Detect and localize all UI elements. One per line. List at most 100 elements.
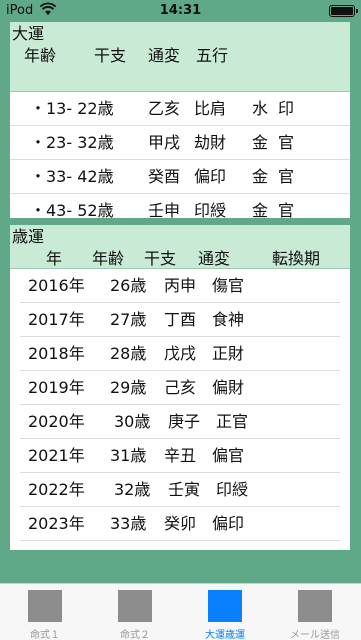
column-header-age: 年齢 xyxy=(92,249,125,268)
daiun-row[interactable]: ・ 43- 52歳 壬申 印綬 金官 xyxy=(10,194,350,218)
row-age: 27歳 xyxy=(110,310,147,329)
saiun-row[interactable]: 2022年 32歳 壬寅 印綬 xyxy=(20,473,340,507)
row-year: 2016年 xyxy=(28,276,85,295)
saiun-row[interactable]: 2017年 27歳 丁酉 食神 xyxy=(20,303,340,337)
tab-meishiki-1[interactable]: 命式１ xyxy=(0,584,90,640)
daiun-panel: 大運 年齢 干支 通変 五行 ・ 13- 22歳 乙亥 比肩水印・ 23- 32歳 甲戌劫… xyxy=(10,22,350,218)
saiun-list[interactable]: 2016年 26歳 丙申 傷官 2017年 27歳 丁酉 食神 2018年 28歳 戊戌 正財 2019… xyxy=(20,269,340,541)
daiun-title: 大運 xyxy=(12,24,45,43)
row-age: 31歳 xyxy=(110,446,147,465)
row-tsuhen: 印綬 xyxy=(194,201,227,218)
row-gogyo-element: 金 xyxy=(252,201,269,218)
column-header-year: 年 xyxy=(46,249,63,268)
saiun-title: 歳運 xyxy=(12,227,45,246)
row-tsuhen: 傷官 xyxy=(212,276,245,295)
row-age: 29歳 xyxy=(110,378,147,397)
row-tsuhen: 偏印 xyxy=(194,167,227,186)
column-header-kanshi: 干支 xyxy=(94,46,127,65)
row-kanshi: 丙申 xyxy=(164,276,197,295)
row-age-range: 13- 22歳 xyxy=(46,99,114,118)
row-kanshi: 丁酉 xyxy=(164,310,197,329)
saiun-row[interactable]: 2018年 28歳 戊戌 正財 xyxy=(20,337,340,371)
row-age: 28歳 xyxy=(110,344,147,363)
daiun-row[interactable]: ・ 23- 32歳 甲戌 劫財 金官 xyxy=(10,126,350,160)
row-kanshi: 辛丑 xyxy=(164,446,197,465)
row-gogyo-star: 官 xyxy=(278,201,295,218)
saiun-panel: 歳運 年 年齢 干支 通変 転換期 2016年 26歳 丙申 傷官 2017年 27歳 丁酉… xyxy=(10,225,350,550)
saiun-row[interactable]: 2021年 31歳 辛丑 偏官 xyxy=(20,439,340,473)
tab-icon xyxy=(298,590,332,622)
daiun-row[interactable]: ・ 33- 42歳 癸酉 偏印 金官 xyxy=(10,160,350,194)
saiun-row[interactable]: 2019年 29歳 己亥 偏財 xyxy=(20,371,340,405)
tab-icon xyxy=(208,590,242,622)
row-gogyo-star: 官 xyxy=(278,167,295,186)
row-kanshi: 甲戌 xyxy=(148,133,181,152)
row-tsuhen: 正財 xyxy=(212,344,245,363)
row-kanshi: 乙亥 xyxy=(148,99,181,118)
row-kanshi: 庚子 xyxy=(168,412,201,431)
row-year: 2023年 xyxy=(28,514,85,533)
row-kanshi: 癸酉 xyxy=(148,167,181,186)
row-tsuhen: 食神 xyxy=(212,310,245,329)
row-age-range: 43- 52歳 xyxy=(46,201,114,218)
column-header-gogyo: 五行 xyxy=(196,46,229,65)
row-age: 33歳 xyxy=(110,514,147,533)
row-tsuhen: 劫財 xyxy=(194,133,227,152)
column-header-tsuhen: 通変 xyxy=(148,46,181,65)
row-bullet: ・ xyxy=(30,99,47,118)
column-header-tsuhen: 通変 xyxy=(198,249,231,268)
tab-meishiki-2[interactable]: 命式２ xyxy=(90,584,180,640)
row-kanshi: 己亥 xyxy=(164,378,197,397)
saiun-column-headers: 年 年齢 干支 通変 転換期 xyxy=(10,245,350,268)
row-bullet: ・ xyxy=(30,201,47,218)
tab-icon xyxy=(28,590,62,622)
tab-bar: 命式１ 命式２ 大運歳運 メール送信 xyxy=(0,583,361,640)
row-year: 2020年 xyxy=(28,412,85,431)
row-tsuhen: 印綬 xyxy=(216,480,249,499)
tab-label: メール送信 xyxy=(290,630,340,640)
column-header-turning-point: 転換期 xyxy=(272,249,321,268)
row-age: 30歳 xyxy=(114,412,151,431)
daiun-column-headers: 年齢 干支 通変 五行 xyxy=(10,42,350,65)
row-kanshi: 癸卯 xyxy=(164,514,197,533)
daiun-list[interactable]: ・ 13- 22歳 乙亥 比肩水印・ 23- 32歳 甲戌 劫財金官・ 33- 42歳 癸酉 偏印… xyxy=(10,92,350,218)
row-tsuhen: 偏財 xyxy=(212,378,245,397)
saiun-row[interactable]: 2020年 30歳 庚子 正官 xyxy=(20,405,340,439)
row-gogyo-element: 金 xyxy=(252,167,269,186)
tab-icon xyxy=(118,590,152,622)
row-tsuhen: 正官 xyxy=(216,412,249,431)
row-year: 2018年 xyxy=(28,344,85,363)
tab-label: 大運歳運 xyxy=(205,630,245,640)
row-gogyo-element: 金 xyxy=(252,133,269,152)
row-gogyo-star: 印 xyxy=(278,99,295,118)
daiun-row[interactable]: ・ 13- 22歳 乙亥 比肩 水印 xyxy=(10,92,350,126)
row-bullet: ・ xyxy=(30,167,47,186)
row-age-range: 23- 32歳 xyxy=(46,133,114,152)
tab-daiun-saiun[interactable]: 大運歳運 xyxy=(180,584,270,640)
status-bar: iPod 14:31 xyxy=(0,0,361,22)
row-bullet: ・ xyxy=(30,133,47,152)
battery-icon xyxy=(329,5,358,17)
row-gogyo-element: 水 xyxy=(252,99,269,118)
row-age: 32歳 xyxy=(114,480,151,499)
row-tsuhen: 偏印 xyxy=(212,514,245,533)
row-gogyo-star: 官 xyxy=(278,133,295,152)
row-tsuhen: 偏官 xyxy=(212,446,245,465)
tab-label: 命式１ xyxy=(30,630,60,640)
row-kanshi: 壬申 xyxy=(148,201,181,218)
row-kanshi: 壬寅 xyxy=(168,480,201,499)
row-tsuhen: 比肩 xyxy=(194,99,227,118)
column-header-kanshi: 干支 xyxy=(144,249,177,268)
row-age-range: 33- 42歳 xyxy=(46,167,114,186)
column-header-age: 年齢 xyxy=(24,46,57,65)
row-year: 2019年 xyxy=(28,378,85,397)
daiun-header: 大運 年齢 干支 通変 五行 xyxy=(10,22,350,92)
row-age: 26歳 xyxy=(110,276,147,295)
tab-label: 命式２ xyxy=(120,630,150,640)
row-year: 2021年 xyxy=(28,446,85,465)
saiun-row[interactable]: 2023年 33歳 癸卯 偏印 xyxy=(20,507,340,541)
row-kanshi: 戊戌 xyxy=(164,344,197,363)
saiun-row[interactable]: 2016年 26歳 丙申 傷官 xyxy=(20,269,340,303)
tab-mail[interactable]: メール送信 xyxy=(270,584,360,640)
row-year: 2017年 xyxy=(28,310,85,329)
